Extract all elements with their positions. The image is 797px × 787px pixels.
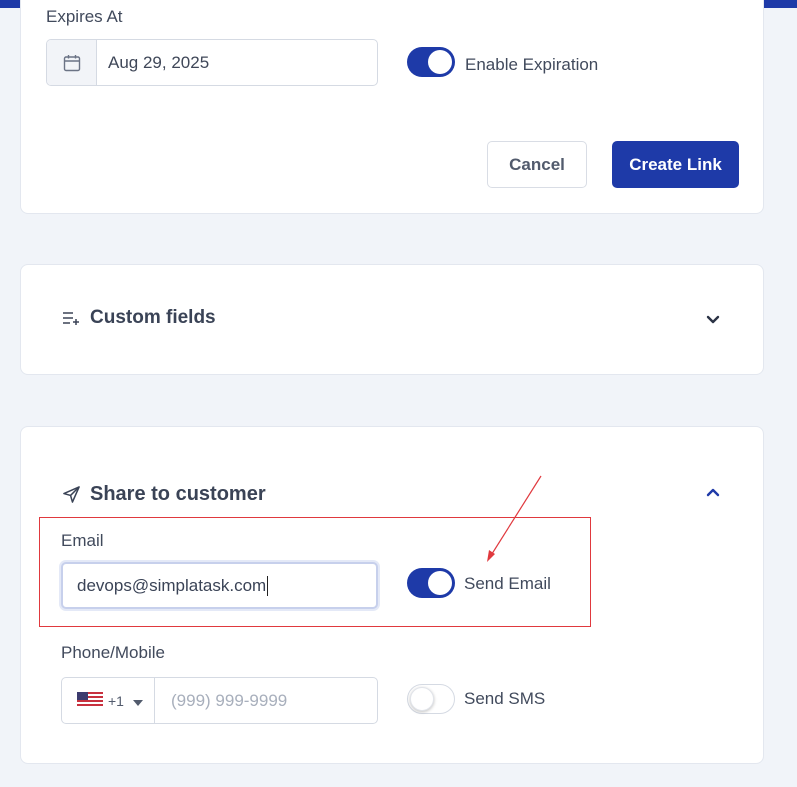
link-settings-card: Expires At Aug 29, 2025 Enable Expiratio… — [20, 0, 764, 214]
country-code-value: +1 — [108, 692, 124, 709]
annotation-highlight-box — [39, 517, 591, 627]
phone-number-input[interactable]: (999) 999-9999 — [155, 678, 377, 723]
phone-mobile-label: Phone/Mobile — [61, 643, 165, 662]
phone-input-group: +1 (999) 999-9999 — [61, 677, 378, 724]
list-plus-icon — [62, 311, 80, 330]
enable-expiration-toggle[interactable] — [407, 47, 455, 77]
custom-fields-title: Custom fields — [90, 307, 216, 328]
expires-at-date-picker[interactable]: Aug 29, 2025 — [46, 39, 378, 86]
chevron-up-icon[interactable] — [706, 484, 720, 502]
country-code-selector[interactable]: +1 — [62, 678, 155, 723]
create-link-button[interactable]: Create Link — [612, 141, 739, 188]
cancel-button[interactable]: Cancel — [487, 141, 587, 188]
expires-at-label: Expires At — [46, 7, 123, 26]
chevron-down-icon[interactable] — [706, 312, 720, 330]
send-icon — [62, 485, 81, 509]
enable-expiration-label: Enable Expiration — [465, 55, 599, 74]
expires-at-date-value[interactable]: Aug 29, 2025 — [97, 40, 377, 85]
caret-down-icon — [132, 693, 143, 709]
us-flag-icon — [77, 692, 103, 709]
send-sms-toggle[interactable] — [407, 684, 455, 714]
send-sms-label: Send SMS — [464, 689, 546, 708]
custom-fields-card[interactable]: Custom fields — [20, 264, 764, 375]
calendar-icon[interactable] — [47, 40, 97, 85]
share-to-customer-title: Share to customer — [90, 483, 266, 505]
